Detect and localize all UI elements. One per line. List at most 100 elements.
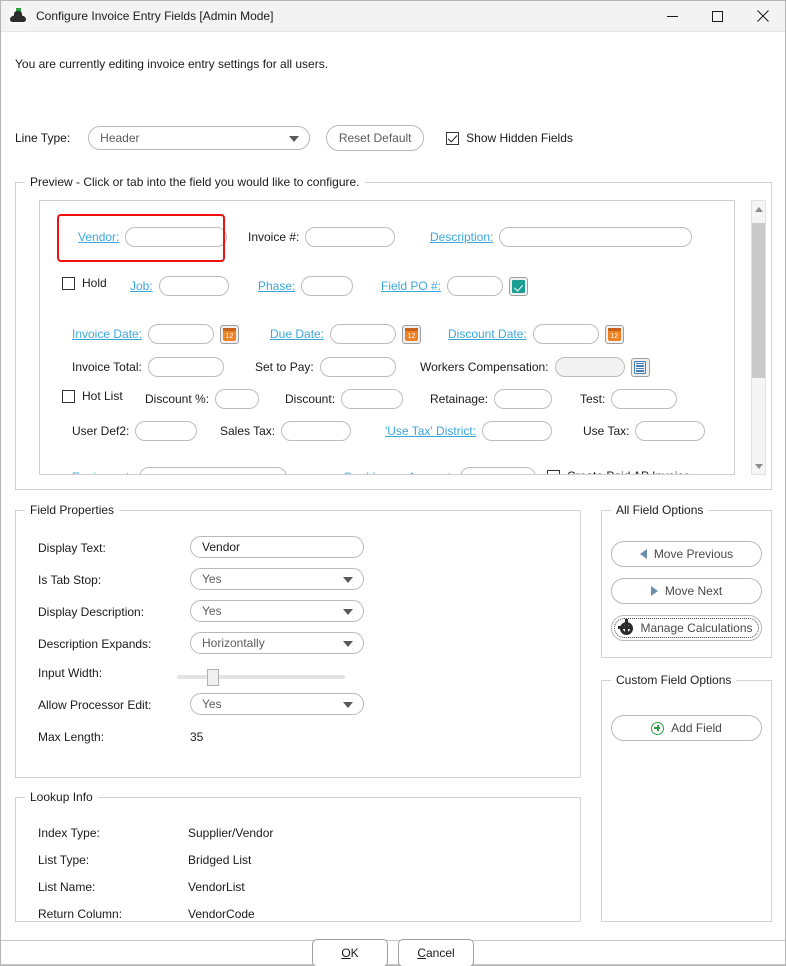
preview-label-use-tax-district[interactable]: 'Use Tax' District: [385,424,476,438]
calendar-icon[interactable]: 12 [220,324,240,344]
preview-label-job[interactable]: Job: [130,279,153,293]
preview-field-due-date[interactable]: Due Date: 12 [270,324,422,344]
preview-input-retainage[interactable] [494,389,553,409]
preview-input-use-tax[interactable] [635,421,706,441]
preview-label-description[interactable]: Description: [430,230,493,244]
preview-input-equipment[interactable] [138,467,287,474]
preview-field-sales-tax[interactable]: Sales Tax: [220,421,352,441]
preview-legend: Preview - Click or tab into the field yo… [25,175,365,189]
index-type-label: Index Type: [38,826,100,840]
list-name-label: List Name: [38,880,96,894]
scroll-down-icon[interactable] [752,458,765,474]
preview-label-discount-date[interactable]: Discount Date: [448,327,527,341]
preview-field-discount-pct[interactable]: Discount %: [145,389,260,409]
chevron-down-icon [343,641,353,647]
show-hidden-fields-checkbox[interactable]: Show Hidden Fields [446,131,573,145]
scroll-up-icon[interactable] [752,201,765,217]
chevron-down-icon [343,577,353,583]
preview-label-card-issuer-account[interactable]: Card Issuer Account: [343,470,454,474]
document-check-icon[interactable] [509,276,529,296]
preview-input-sales-tax[interactable] [281,421,352,441]
preview-field-hot-list[interactable]: Hot List [62,389,123,403]
checkbox-icon[interactable] [62,389,75,403]
preview-label-equipment[interactable]: Equipment: [72,470,133,474]
preview-input-phase[interactable] [301,276,354,296]
line-type-label: Line Type: [15,131,71,145]
preview-field-set-to-pay[interactable]: Set to Pay: [255,357,396,377]
preview-input-invoice-number[interactable] [305,227,396,247]
intro-text: You are currently editing invoice entry … [15,57,329,71]
preview-field-phase[interactable]: Phase: [258,276,354,296]
ok-accel: O [341,945,351,960]
preview-field-workers-compensation[interactable]: Workers Compensation: [420,357,650,377]
preview-field-description[interactable]: Description: [430,227,693,247]
checkbox-icon [446,131,460,145]
preview-field-field-po-number[interactable]: Field PO #: [381,276,529,296]
input-width-slider[interactable] [177,669,345,686]
maximize-icon[interactable] [695,1,740,32]
preview-field-test[interactable]: Test: [580,389,678,409]
preview-field-invoice-total[interactable]: Invoice Total: [72,357,224,377]
add-field-button[interactable]: Add Field [611,715,762,741]
preview-input-discount[interactable] [341,389,404,409]
preview-input-field-po-number[interactable] [447,276,504,296]
display-description-value: Yes [202,604,222,618]
preview-input-workers-compensation[interactable] [554,357,625,377]
preview-field-use-tax[interactable]: Use Tax: [583,421,706,441]
preview-input-discount-pct[interactable] [215,389,260,409]
preview-input-invoice-date[interactable] [148,324,215,344]
ok-button[interactable]: OK [312,938,388,966]
reset-default-button[interactable]: Reset Default [326,125,425,151]
preview-label-phase[interactable]: Phase: [258,279,295,293]
preview-label-invoice-date[interactable]: Invoice Date: [72,327,142,341]
preview-field-hold[interactable]: Hold [62,276,107,290]
preview-field-discount[interactable]: Discount: [285,389,404,409]
preview-field-create-paid-ap-invoice[interactable]: Create Paid AP Invoice [547,469,690,474]
preview-field-card-issuer-account[interactable]: Card Issuer Account: [343,467,537,474]
preview-scrollbar[interactable] [751,200,766,475]
preview-field-equipment[interactable]: Equipment: [72,467,287,474]
close-icon[interactable] [740,1,785,32]
preview-label-field-po-number[interactable]: Field PO #: [381,279,441,293]
manage-calculations-button[interactable]: Manage Calculations [611,615,762,641]
preview-input-test[interactable] [611,389,678,409]
calendar-icon[interactable]: 12 [604,324,624,344]
preview-label-due-date[interactable]: Due Date: [270,327,324,341]
calendar-icon[interactable]: 12 [402,324,422,344]
preview-field-use-tax-district[interactable]: 'Use Tax' District: [385,421,553,441]
display-description-select[interactable]: Yes [190,600,364,622]
display-text-input[interactable]: Vendor [190,536,364,558]
preview-field-invoice-number[interactable]: Invoice #: [248,227,396,247]
preview-field-discount-date[interactable]: Discount Date: 12 [448,324,624,344]
preview-label-set-to-pay: Set to Pay: [255,360,314,374]
slider-thumb[interactable] [207,669,219,686]
move-previous-button[interactable]: Move Previous [611,541,762,567]
preview-field-user-def2[interactable]: User Def2: [72,421,198,441]
preview-canvas[interactable]: Vendor: Invoice #: Description: Hold Job… [39,200,735,475]
allow-processor-edit-select[interactable]: Yes [190,693,364,715]
move-next-button[interactable]: Move Next [611,578,762,604]
preview-field-retainage[interactable]: Retainage: [430,389,553,409]
preview-input-invoice-total[interactable] [147,357,224,377]
preview-input-job[interactable] [158,276,229,296]
description-expands-select[interactable]: Horizontally [190,632,364,654]
scrollbar-thumb[interactable] [752,223,765,378]
checkbox-icon[interactable] [62,276,75,290]
preview-input-user-def2[interactable] [135,421,198,441]
preview-field-invoice-date[interactable]: Invoice Date: 12 [72,324,240,344]
preview-input-discount-date[interactable] [532,324,599,344]
index-type-value: Supplier/Vendor [188,826,274,840]
preview-input-use-tax-district[interactable] [482,421,553,441]
preview-input-due-date[interactable] [330,324,397,344]
preview-field-job[interactable]: Job: [130,276,229,296]
line-type-select[interactable]: Header [88,126,311,150]
preview-input-set-to-pay[interactable] [319,357,396,377]
minimize-icon[interactable] [650,1,695,32]
cancel-button[interactable]: Cancel [398,938,474,966]
preview-input-description[interactable] [499,227,693,247]
list-icon[interactable] [630,357,650,377]
preview-group: Preview - Click or tab into the field yo… [15,175,772,490]
checkbox-icon[interactable] [547,469,560,474]
is-tab-stop-select[interactable]: Yes [190,568,364,590]
preview-input-card-issuer-account[interactable] [460,467,537,474]
